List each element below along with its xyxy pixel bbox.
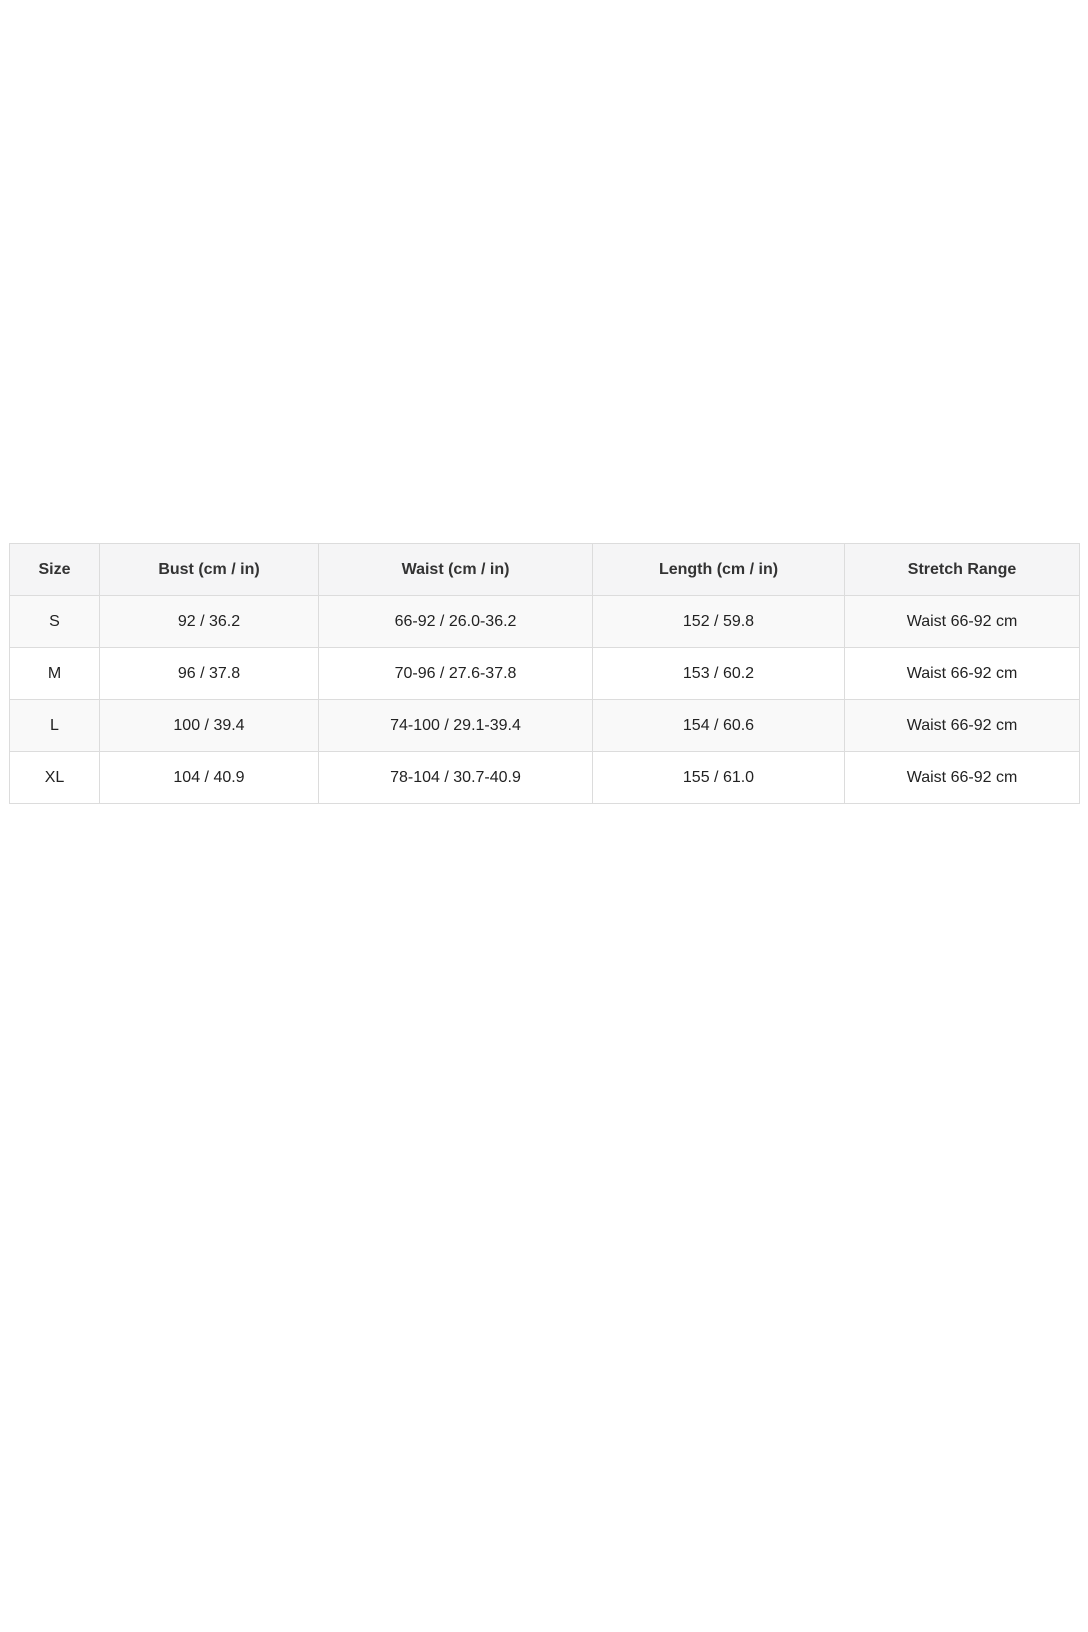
cell-size: M: [9, 647, 100, 700]
header-waist: Waist (cm / in): [318, 543, 593, 596]
table-header-row: Size Bust (cm / in) Waist (cm / in) Leng…: [9, 543, 1080, 596]
table-row: XL 104 / 40.9 78-104 / 30.7-40.9 155 / 6…: [9, 751, 1080, 804]
table-row: M 96 / 37.8 70-96 / 27.6-37.8 153 / 60.2…: [9, 647, 1080, 700]
header-stretch-range: Stretch Range: [844, 543, 1080, 596]
cell-stretch-range: Waist 66-92 cm: [844, 699, 1080, 752]
cell-stretch-range: Waist 66-92 cm: [844, 647, 1080, 700]
header-size: Size: [9, 543, 100, 596]
cell-waist: 74-100 / 29.1-39.4: [318, 699, 593, 752]
cell-bust: 100 / 39.4: [99, 699, 319, 752]
header-bust: Bust (cm / in): [99, 543, 319, 596]
cell-length: 152 / 59.8: [592, 595, 845, 648]
cell-size: L: [9, 699, 100, 752]
cell-waist: 66-92 / 26.0-36.2: [318, 595, 593, 648]
table-row: S 92 / 36.2 66-92 / 26.0-36.2 152 / 59.8…: [9, 595, 1080, 648]
header-length: Length (cm / in): [592, 543, 845, 596]
cell-waist: 70-96 / 27.6-37.8: [318, 647, 593, 700]
cell-bust: 92 / 36.2: [99, 595, 319, 648]
cell-waist: 78-104 / 30.7-40.9: [318, 751, 593, 804]
cell-length: 155 / 61.0: [592, 751, 845, 804]
table-row: L 100 / 39.4 74-100 / 29.1-39.4 154 / 60…: [9, 699, 1080, 752]
size-chart-table: Size Bust (cm / in) Waist (cm / in) Leng…: [9, 543, 1080, 804]
cell-size: XL: [9, 751, 100, 804]
cell-bust: 104 / 40.9: [99, 751, 319, 804]
cell-stretch-range: Waist 66-92 cm: [844, 751, 1080, 804]
cell-length: 153 / 60.2: [592, 647, 845, 700]
cell-size: S: [9, 595, 100, 648]
cell-stretch-range: Waist 66-92 cm: [844, 595, 1080, 648]
cell-length: 154 / 60.6: [592, 699, 845, 752]
cell-bust: 96 / 37.8: [99, 647, 319, 700]
